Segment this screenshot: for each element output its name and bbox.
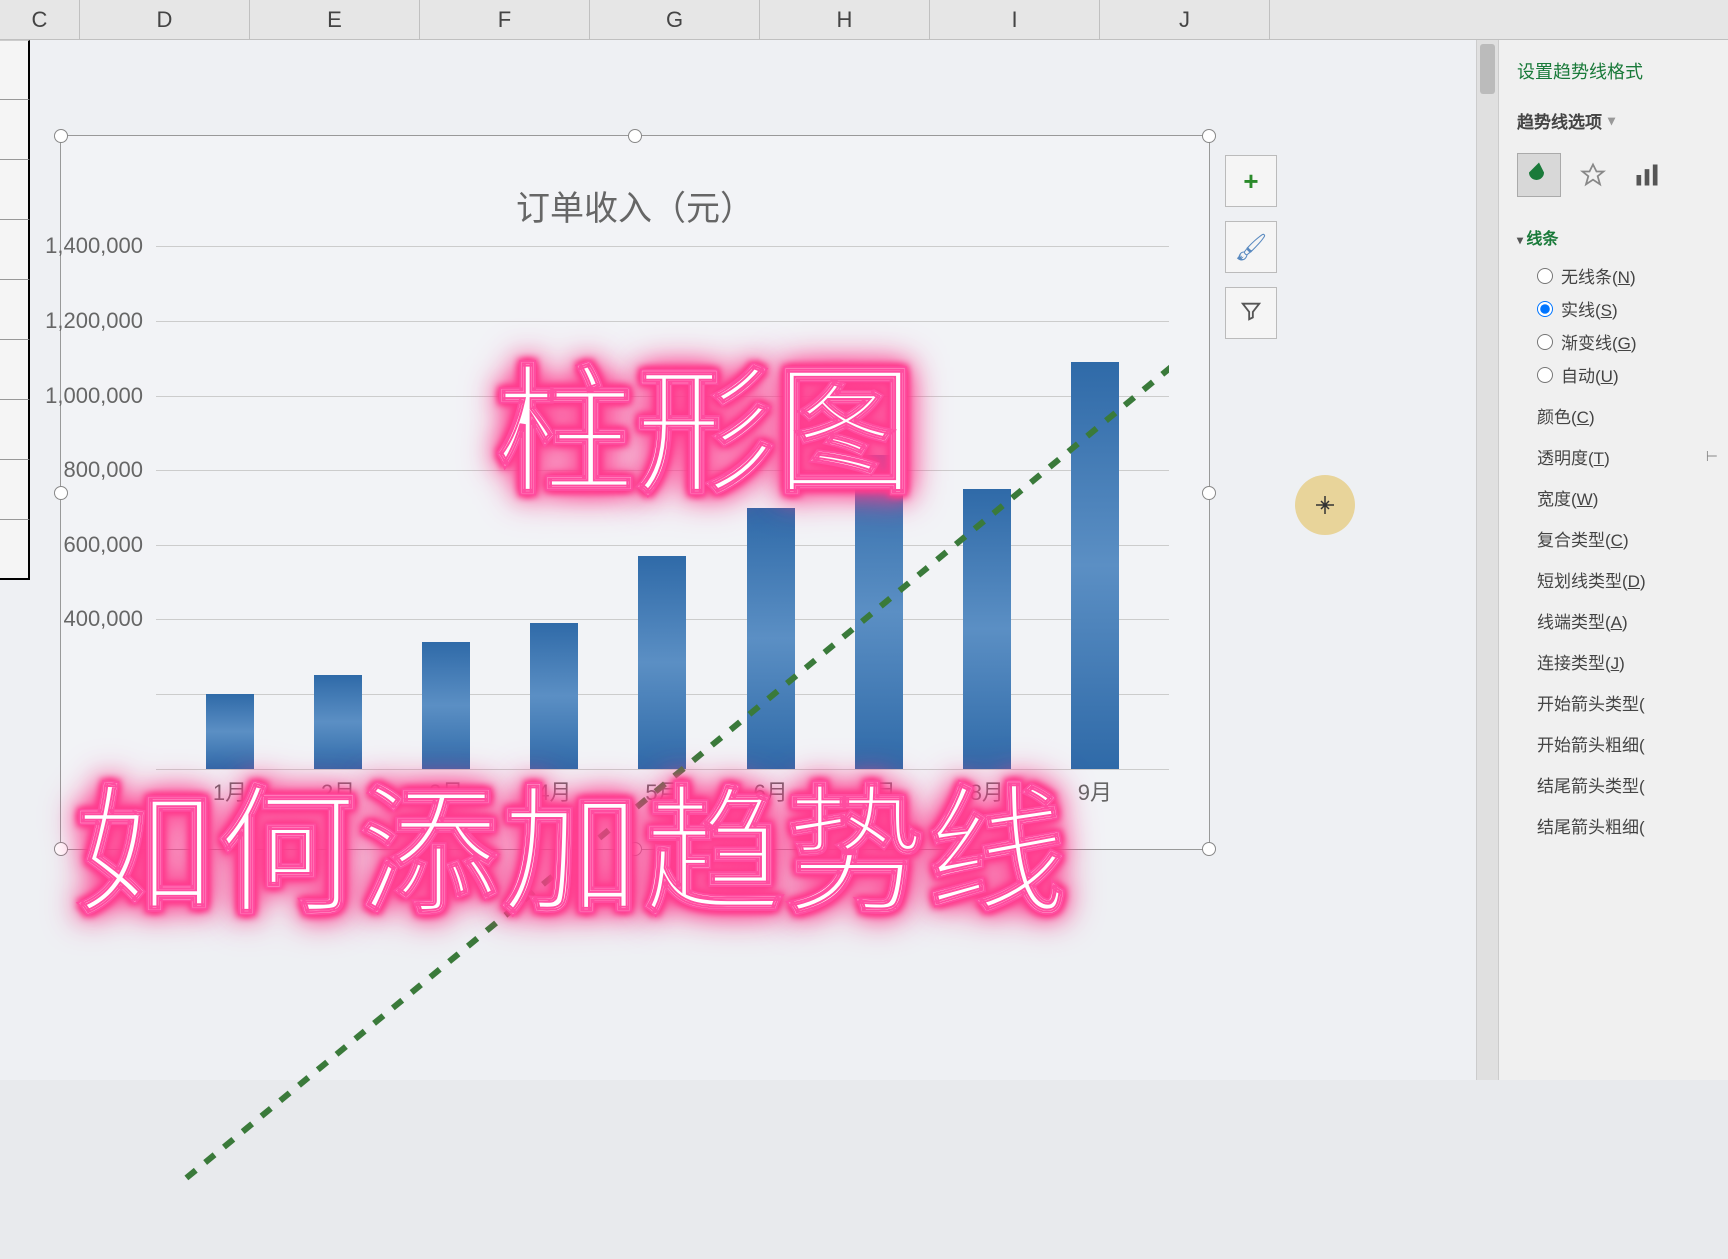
width-property[interactable]: 宽度(W) — [1537, 485, 1718, 510]
y-tick-label: 600,000 — [63, 532, 143, 558]
y-axis: 1,400,000 1,200,000 1,000,000 800,000 60… — [61, 246, 151, 769]
transparency-property[interactable]: 透明度(T)⊢ — [1537, 444, 1718, 469]
solid-line-radio[interactable]: 实线(S) — [1537, 296, 1718, 321]
no-line-radio[interactable]: 无线条(N) — [1537, 263, 1718, 288]
fill-line-tab-icon[interactable] — [1517, 153, 1561, 197]
end-arrow-size-property[interactable]: 结尾箭头粗细( — [1537, 813, 1718, 838]
column-header[interactable]: H — [760, 0, 930, 39]
cap-type-property[interactable]: 线端类型(A) — [1537, 608, 1718, 633]
join-type-property[interactable]: 连接类型(J) — [1537, 649, 1718, 674]
chart-add-element-button[interactable]: + — [1225, 155, 1277, 207]
x-tick-label: 3月 — [429, 775, 463, 807]
gradient-line-radio[interactable]: 渐变线(G) — [1537, 329, 1718, 354]
scrollbar-thumb[interactable] — [1480, 44, 1495, 94]
y-tick-label: 1,200,000 — [45, 308, 143, 334]
column-header[interactable]: I — [930, 0, 1100, 39]
funnel-icon — [1240, 298, 1262, 329]
x-tick-label: 8月 — [970, 775, 1004, 807]
column-header-row: C D E F G H I J — [0, 0, 1728, 40]
begin-arrow-size-property[interactable]: 开始箭头粗细( — [1537, 731, 1718, 756]
column-header[interactable]: G — [590, 0, 760, 39]
x-tick-label: 5月 — [645, 775, 679, 807]
x-tick-label: 7月 — [862, 775, 896, 807]
end-arrow-type-property[interactable]: 结尾箭头类型( — [1537, 772, 1718, 797]
resize-handle[interactable] — [54, 129, 68, 143]
chart-title[interactable]: 订单收入（元） — [61, 136, 1209, 245]
panel-title: 设置趋势线格式 — [1517, 58, 1718, 84]
resize-handle[interactable] — [1202, 486, 1216, 500]
compound-type-property[interactable]: 复合类型(C) — [1537, 526, 1718, 551]
x-tick-label: 6月 — [753, 775, 787, 807]
x-tick-label: 9月 — [1078, 775, 1112, 807]
y-tick-label: 400,000 — [63, 606, 143, 632]
resize-handle[interactable] — [1202, 842, 1216, 856]
line-section-header[interactable]: 线条 — [1517, 225, 1718, 249]
color-property[interactable]: 颜色(C) — [1537, 403, 1718, 428]
bar-series[interactable]: 1月 2月 3月 4月 5月 6月 7月 8月 9月 — [156, 246, 1169, 769]
spreadsheet-area[interactable]: 订单收入（元） 1,400,000 1,200,000 1,000,000 80… — [0, 40, 1476, 1080]
y-tick-label: 800,000 — [63, 457, 143, 483]
column-header[interactable]: C — [0, 0, 80, 39]
partial-cell-column — [0, 40, 30, 1080]
x-tick-label: 1月 — [213, 775, 247, 807]
column-header[interactable]: D — [80, 0, 250, 39]
chart-styles-button[interactable]: 🖌 — [1225, 221, 1277, 273]
cursor-highlight — [1295, 475, 1355, 535]
column-header[interactable]: E — [250, 0, 420, 39]
resize-handle[interactable] — [54, 842, 68, 856]
plus-icon: + — [1243, 166, 1258, 197]
dash-type-property[interactable]: 短划线类型(D) — [1537, 567, 1718, 592]
format-trendline-panel: 设置趋势线格式 趋势线选项 线条 无线条(N) 实线(S) 渐变线(G) 自动(… — [1498, 40, 1728, 1080]
brush-icon: 🖌 — [1234, 232, 1267, 263]
column-header[interactable]: F — [420, 0, 590, 39]
trendline-options-dropdown[interactable]: 趋势线选项 — [1517, 108, 1718, 133]
resize-handle[interactable] — [1202, 129, 1216, 143]
resize-handle[interactable] — [628, 842, 642, 856]
x-tick-label: 4月 — [537, 775, 571, 807]
trendline-options-tab-icon[interactable] — [1625, 153, 1669, 197]
y-tick-label: 1,400,000 — [45, 233, 143, 259]
column-header[interactable]: J — [1100, 0, 1270, 39]
auto-line-radio[interactable]: 自动(U) — [1537, 362, 1718, 387]
begin-arrow-type-property[interactable]: 开始箭头类型( — [1537, 690, 1718, 715]
effects-tab-icon[interactable] — [1571, 153, 1615, 197]
y-tick-label: 1,000,000 — [45, 383, 143, 409]
chart-object[interactable]: 订单收入（元） 1,400,000 1,200,000 1,000,000 80… — [60, 135, 1210, 850]
chart-plot-area[interactable]: 1,400,000 1,200,000 1,000,000 800,000 60… — [156, 246, 1169, 769]
resize-handle[interactable] — [628, 129, 642, 143]
chart-filter-button[interactable] — [1225, 287, 1277, 339]
vertical-scrollbar[interactable] — [1476, 40, 1498, 1080]
x-tick-label: 2月 — [321, 775, 355, 807]
